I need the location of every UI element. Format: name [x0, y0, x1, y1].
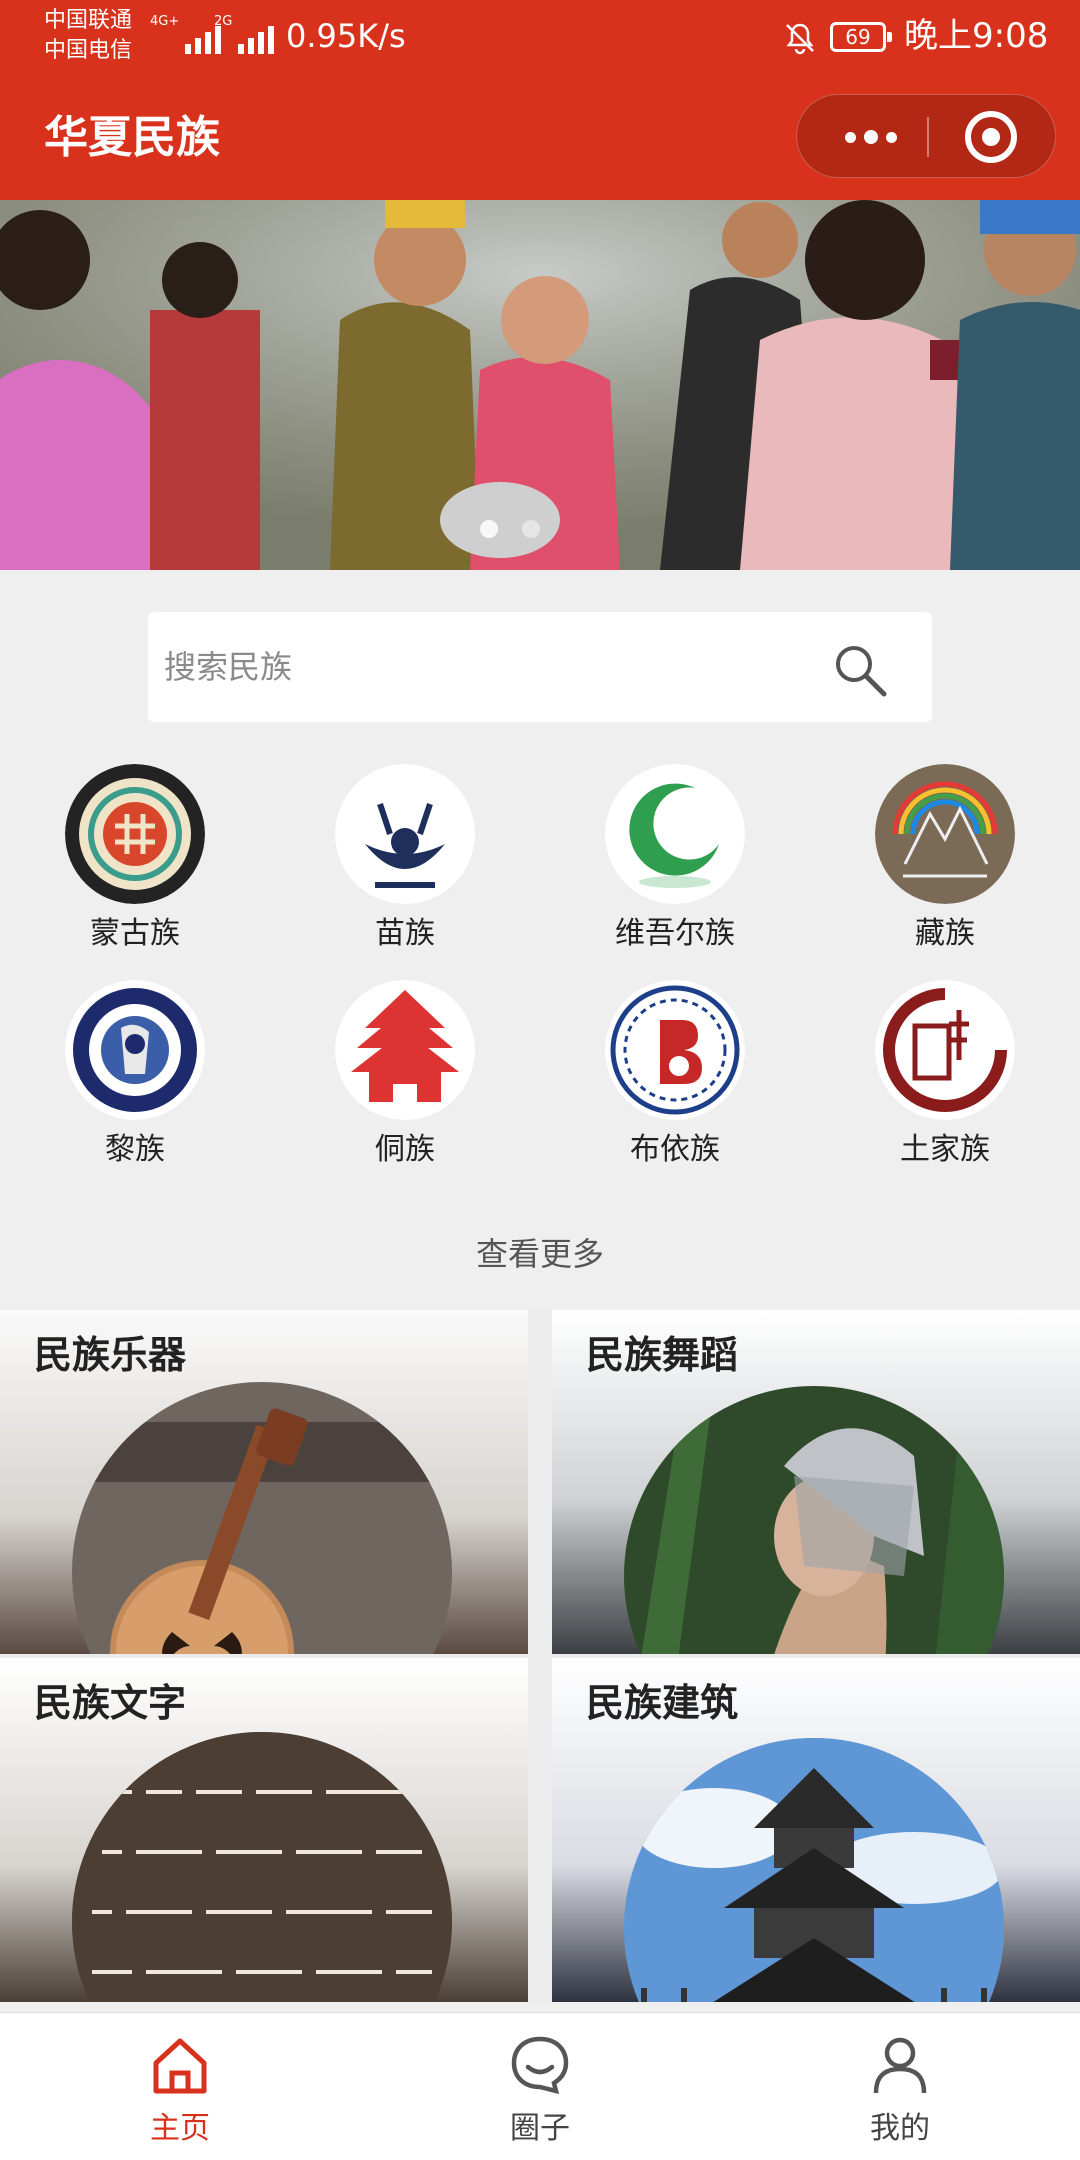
app-header: 中国联通 中国电信 4G+ 2G 0.95K/s 69 晚上9:08 华夏民族 [0, 0, 1080, 200]
ethnic-item-li[interactable]: 黎族 [35, 980, 235, 1180]
tab-mine[interactable]: 我的 [800, 2013, 1000, 2160]
category-title: 民族文字 [34, 1680, 187, 1725]
ethnic-label: 维吾尔族 [615, 916, 735, 951]
chat-bubble-icon [511, 2036, 569, 2095]
search-box[interactable] [148, 612, 932, 722]
category-title: 民族乐器 [34, 1332, 187, 1377]
mongol-emblem-icon [65, 764, 205, 904]
target-close-icon[interactable] [965, 111, 1017, 163]
capsule-divider [927, 117, 929, 157]
ethnic-label: 土家族 [900, 1132, 990, 1167]
bottom-tab-bar: 主页 圈子 我的 [0, 2012, 1080, 2160]
more-dots-icon[interactable] [831, 95, 911, 179]
tujia-emblem-icon [875, 980, 1015, 1120]
user-icon [873, 2037, 927, 2094]
view-more-link[interactable]: 查看更多 [0, 1232, 1080, 1276]
signal-2-tag: 2G [214, 14, 233, 29]
ethnic-label: 蒙古族 [90, 916, 180, 951]
category-card-instruments[interactable]: 民族乐器 [0, 1310, 528, 1654]
status-bar: 中国联通 中国电信 4G+ 2G 0.95K/s 69 晚上9:08 [0, 0, 1080, 72]
search-input[interactable] [164, 612, 824, 722]
ethnic-label: 藏族 [915, 916, 975, 951]
ethnic-label: 布依族 [630, 1132, 720, 1167]
ethnic-item-tibetan[interactable]: 藏族 [845, 764, 1045, 964]
battery-icon: 69 [830, 22, 892, 52]
ethnic-item-uyghur[interactable]: 维吾尔族 [575, 764, 775, 964]
mini-program-capsule [796, 94, 1056, 178]
ethnic-item-miao[interactable]: 苗族 [305, 764, 505, 964]
carousel-dot[interactable] [522, 520, 540, 538]
tab-label: 圈子 [510, 2111, 570, 2146]
ethnic-label: 侗族 [375, 1132, 435, 1167]
carrier-1: 中国联通 [44, 8, 133, 33]
tab-label: 我的 [870, 2111, 930, 2146]
carrier-2: 中国电信 [44, 38, 133, 63]
ethnic-item-mongol[interactable]: 蒙古族 [35, 764, 235, 964]
ethnic-item-buyi[interactable]: 布依族 [575, 980, 775, 1180]
architecture-image [624, 1738, 1004, 2002]
banner-image [0, 200, 1080, 570]
clock: 晚上9:08 [904, 16, 1049, 56]
tab-label: 主页 [150, 2111, 210, 2146]
category-card-script[interactable]: 民族文字 [0, 1658, 528, 2002]
li-emblem-icon [65, 980, 205, 1120]
home-icon [153, 2038, 207, 2094]
instrument-image [72, 1382, 452, 1654]
signal-1-tag: 4G+ [150, 14, 180, 29]
network-speed: 0.95K/s [286, 17, 406, 55]
carousel-dot[interactable] [480, 520, 498, 538]
ethnic-group-grid: 蒙古族 苗族 维吾尔族 藏族 黎族 侗族 布依族 土家族 [0, 764, 1080, 1184]
category-cards: 民族乐器 民族舞蹈 民族文字 民族建筑 [0, 1310, 1080, 2002]
category-card-architecture[interactable]: 民族建筑 [552, 1658, 1080, 2002]
carousel-indicators [480, 520, 540, 538]
tibetan-emblem-icon [875, 764, 1015, 904]
tab-circle[interactable]: 圈子 [440, 2013, 640, 2160]
uyghur-emblem-icon [605, 764, 745, 904]
ethnic-label: 苗族 [375, 916, 435, 951]
search-icon[interactable] [828, 638, 892, 702]
category-title: 民族建筑 [586, 1680, 739, 1725]
category-title: 民族舞蹈 [586, 1332, 739, 1377]
miao-emblem-icon [335, 764, 475, 904]
page-title: 华夏民族 [44, 112, 220, 163]
banner-carousel[interactable] [0, 200, 1080, 570]
ethnic-item-dong[interactable]: 侗族 [305, 980, 505, 1180]
ethnic-item-tujia[interactable]: 土家族 [845, 980, 1045, 1180]
dance-image [624, 1386, 1004, 1654]
dong-emblem-icon [335, 980, 475, 1120]
tab-home[interactable]: 主页 [80, 2013, 280, 2160]
bell-off-icon [786, 23, 814, 55]
carrier-info: 中国联通 中国电信 [44, 6, 132, 66]
buyi-emblem-icon [605, 980, 745, 1120]
signal-2-icon: 2G [214, 14, 275, 54]
script-image [72, 1732, 452, 2002]
signal-1-icon: 4G+ [150, 14, 222, 54]
ethnic-label: 黎族 [105, 1132, 165, 1167]
category-card-dance[interactable]: 民族舞蹈 [552, 1310, 1080, 1654]
